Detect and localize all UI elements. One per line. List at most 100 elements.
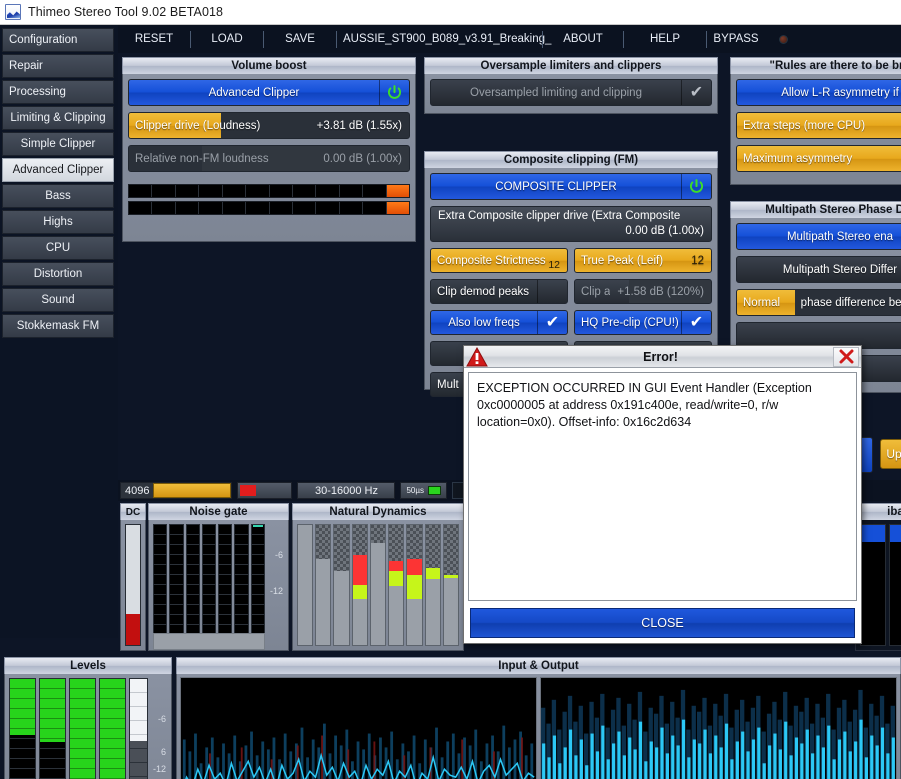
- noise-gate-peak: [252, 525, 263, 527]
- nd-checker: [407, 525, 422, 559]
- extra-composite-drive-slider[interactable]: Extra Composite clipper drive (Extra Com…: [430, 206, 712, 242]
- checkmark-icon[interactable]: ✔: [537, 311, 567, 334]
- sidebar-item-distortion[interactable]: Distortion: [2, 262, 114, 286]
- seg: [246, 185, 270, 197]
- up-button[interactable]: Up: [880, 439, 901, 469]
- checkmark-icon[interactable]: ✔: [681, 80, 711, 105]
- sidebar-item-processing[interactable]: Processing: [2, 80, 114, 104]
- noise-gate-bar: [153, 524, 168, 646]
- level-bar-in-r: [39, 678, 66, 779]
- natural-dynamics-title: Natural Dynamics: [292, 503, 464, 520]
- power-icon[interactable]: [379, 80, 409, 105]
- sidebar-item-label: Repair: [9, 60, 43, 72]
- frequency-range: 30-16000 Hz: [297, 482, 396, 499]
- mb-fill: [890, 525, 901, 542]
- maximum-asymmetry-slider[interactable]: Maximum asymmetry: [736, 145, 901, 172]
- toggle-box-icon[interactable]: [537, 280, 567, 303]
- checkmark-icon[interactable]: ✔: [681, 311, 711, 334]
- dc-meter-pane: DC: [120, 503, 146, 651]
- seg: [176, 202, 200, 214]
- seg: [129, 185, 153, 197]
- normal-phase-label: Normal: [743, 296, 781, 309]
- top-toolbar: RESET LOAD SAVE AUSSIE_ST900_B089_v3.91_…: [118, 25, 901, 53]
- hq-preclip-toggle[interactable]: HQ Pre-clip (CPU!) ✔: [574, 310, 712, 335]
- mb-bar: [860, 524, 887, 646]
- clipper-drive-value: +3.81 dB (1.55x): [316, 119, 402, 132]
- true-peak-slider[interactable]: True Peak (Leif) 12: [574, 248, 712, 273]
- nd-checker: [316, 525, 331, 559]
- reset-button[interactable]: RESET: [118, 33, 190, 45]
- preemphasis-indicator[interactable]: 50µs: [400, 482, 447, 499]
- normal-phase-rest-label: phase difference below: [800, 296, 901, 309]
- window-titlebar: Thimeo Stereo Tool 9.02 BETA018: [0, 0, 901, 25]
- dialog-title: Error!: [643, 349, 678, 364]
- levels-scale: -6 6 -12: [151, 678, 167, 779]
- sidebar-item-repair[interactable]: Repair: [2, 54, 114, 78]
- noise-gate-pane: Noise gate -6 -12: [148, 503, 289, 651]
- seg: [223, 185, 247, 197]
- dialog-close-button[interactable]: CLOSE: [470, 608, 855, 638]
- noise-gate-bar: [169, 524, 184, 646]
- buffer-size-control[interactable]: 4096: [120, 482, 233, 499]
- sidebar-item-cpu[interactable]: CPU: [2, 236, 114, 260]
- buffer-fill: [153, 483, 232, 498]
- multipath-stereo-difference-slider[interactable]: Multipath Stereo Differ: [736, 256, 901, 283]
- clip-at-value: +1.58 dB (120%): [617, 285, 704, 298]
- multipath-stereo-difference-label: Multipath Stereo Differ: [782, 263, 898, 276]
- sidebar-item-advanced-clipper[interactable]: Advanced Clipper: [2, 158, 114, 182]
- sidebar-item-simple-clipper[interactable]: Simple Clipper: [2, 132, 114, 156]
- nd-yellow: [352, 585, 367, 600]
- composite-clipper-toggle[interactable]: COMPOSITE CLIPPER: [430, 173, 712, 200]
- sidebar-item-limiting-clipping[interactable]: Limiting & Clipping: [2, 106, 114, 130]
- preset-name-button[interactable]: AUSSIE_ST900_B089_v3.91_Breaking_: [337, 33, 551, 45]
- sidebar-item-label: Limiting & Clipping: [10, 112, 106, 124]
- oversample-panel: Oversample limiters and clippers Oversam…: [424, 57, 718, 114]
- output-spectrum-graph[interactable]: [540, 677, 897, 779]
- bypass-button[interactable]: BYPASS: [707, 33, 765, 45]
- seg: [340, 202, 364, 214]
- clipper-drive-slider[interactable]: Clipper drive (Loudness) +3.81 dB (1.55x…: [128, 112, 410, 139]
- nd-bar: [297, 524, 314, 646]
- extra-composite-drive-value: 0.00 dB (1.00x): [625, 225, 704, 237]
- extra-steps-slider[interactable]: Extra steps (more CPU): [736, 112, 901, 139]
- close-icon[interactable]: [833, 346, 859, 367]
- sidebar-item-stokkemask-fm[interactable]: Stokkemask FM: [2, 314, 114, 338]
- oversampled-limiting-toggle[interactable]: Oversampled limiting and clipping ✔: [430, 79, 712, 106]
- nd-bar: [406, 524, 423, 646]
- nd-yellow: [389, 570, 404, 587]
- clip-demod-peaks-toggle[interactable]: Clip demod peaks: [430, 279, 568, 304]
- sidebar-item-configuration[interactable]: Configuration: [2, 28, 114, 52]
- sidebar-item-label: Processing: [9, 86, 66, 98]
- multipath-stereo-enable-toggle[interactable]: Multipath Stereo ena: [736, 223, 901, 250]
- seg-active: [386, 185, 410, 197]
- normal-phase-difference-slider[interactable]: Normal phase difference below: [736, 289, 901, 316]
- input-output-pane: Input & Output: [176, 657, 901, 779]
- relative-nonfm-loudness-slider[interactable]: Relative non-FM loudness 0.00 dB (1.00x): [128, 145, 410, 172]
- extra-steps-label: Extra steps (more CPU): [743, 119, 866, 132]
- level-fill: [70, 679, 95, 779]
- clip-at-slider[interactable]: Clip at +1.58 dB (120%): [574, 279, 712, 304]
- scale-label: -12: [269, 586, 283, 596]
- load-button[interactable]: LOAD: [191, 33, 263, 45]
- composite-strictness-slider[interactable]: Composite Strictness 12: [430, 248, 568, 273]
- input-spectrum-graph[interactable]: [180, 677, 537, 779]
- seg: [129, 202, 153, 214]
- help-button[interactable]: HELP: [624, 33, 706, 45]
- about-button[interactable]: ABOUT: [543, 33, 623, 45]
- sidebar-item-highs[interactable]: Highs: [2, 210, 114, 234]
- sidebar-item-label: Configuration: [9, 34, 78, 46]
- true-peak-value: 12: [691, 254, 704, 267]
- also-low-freqs-toggle[interactable]: Also low freqs ✔: [430, 310, 568, 335]
- allow-lr-asymmetry-toggle[interactable]: Allow L-R asymmetry if: [736, 79, 901, 106]
- oversampled-limiting-label: Oversampled limiting and clipping: [470, 86, 642, 99]
- sidebar-item-bass[interactable]: Bass: [2, 184, 114, 208]
- boost-meter-bar-1: [128, 184, 410, 198]
- seg: [199, 202, 223, 214]
- power-icon[interactable]: [681, 174, 711, 199]
- advanced-clipper-toggle[interactable]: Advanced Clipper: [128, 79, 410, 106]
- nd-checker: [443, 525, 458, 576]
- sidebar-item-sound[interactable]: Sound: [2, 288, 114, 312]
- clip-at-label: Clip at: [581, 285, 611, 298]
- save-button[interactable]: SAVE: [264, 33, 336, 45]
- mb-bar: [889, 524, 901, 646]
